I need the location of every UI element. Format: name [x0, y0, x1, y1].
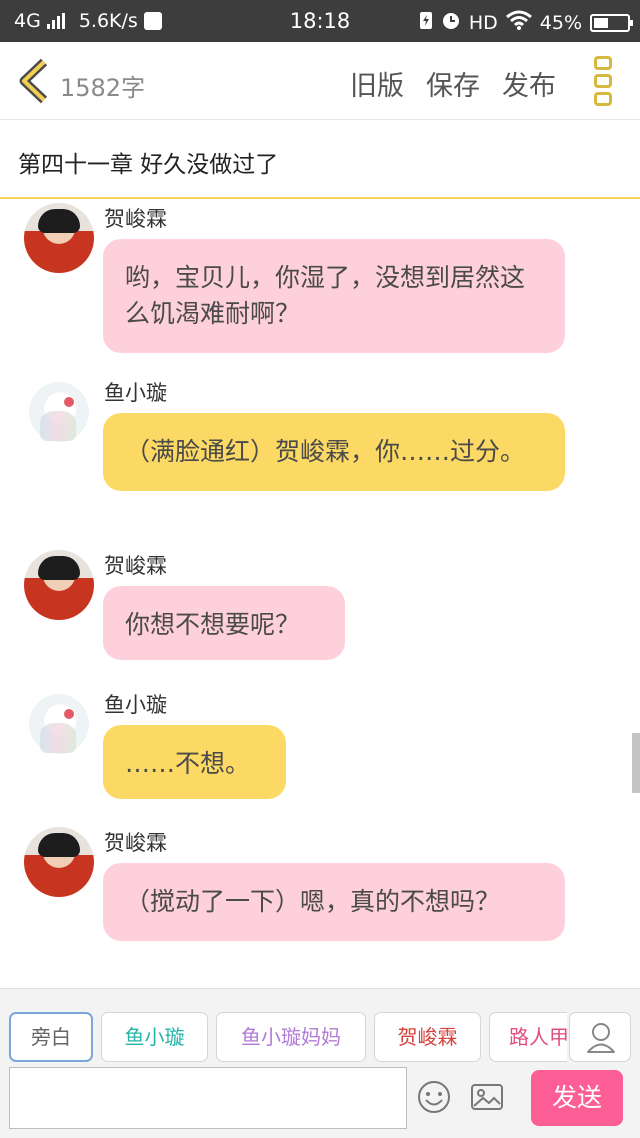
avatar[interactable] — [24, 827, 94, 897]
composer: 旁白 鱼小璇 鱼小璇妈妈 贺峻霖 路人甲 发送 — [0, 988, 640, 1138]
avatar[interactable] — [24, 377, 94, 447]
wifi-icon — [505, 10, 532, 35]
speaker-name: 贺峻霖 — [104, 554, 167, 578]
character-chip[interactable]: 贺峻霖 — [374, 1012, 481, 1062]
battery-percent: 45% — [539, 11, 582, 34]
avatar[interactable] — [24, 203, 94, 273]
character-selector: 旁白 鱼小璇 鱼小璇妈妈 贺峻霖 路人甲 — [0, 989, 640, 1062]
publish-button[interactable]: 发布 — [502, 64, 556, 103]
message-bubble[interactable]: （满脸通红）贺峻霖，你……过分。 — [103, 413, 565, 491]
chat-message[interactable]: 鱼小璇 ……不想。 — [0, 687, 640, 807]
emoji-icon[interactable] — [416, 1079, 452, 1115]
word-count: 1582字 — [60, 74, 146, 102]
message-bubble[interactable]: ……不想。 — [103, 725, 286, 799]
speaker-name: 鱼小璇 — [104, 693, 167, 717]
chat-list[interactable]: 贺峻霖 哟，宝贝儿，你湿了，没想到居然这么饥渴难耐啊？ 鱼小璇 （满脸通红）贺峻… — [0, 201, 640, 987]
battery-fill — [594, 17, 609, 28]
message-bubble[interactable]: （搅动了一下）嗯，真的不想吗？ — [103, 863, 565, 941]
user-icon[interactable] — [569, 1012, 631, 1062]
status-right: HD 45% — [419, 10, 633, 35]
speaker-name: 鱼小璇 — [104, 381, 167, 405]
message-bubble[interactable]: 你想不想要呢？ — [103, 586, 345, 660]
character-chip[interactable]: 鱼小璇 — [101, 1012, 208, 1062]
chapter-title-row[interactable]: 第四十一章 好久没做过了 — [0, 121, 640, 199]
message-input[interactable] — [9, 1067, 407, 1129]
image-icon[interactable] — [469, 1079, 505, 1115]
input-row: 发送 — [0, 1067, 640, 1131]
send-button[interactable]: 发送 — [531, 1070, 623, 1126]
chat-message[interactable]: 贺峻霖 （搅动了一下）嗯，真的不想吗？ — [0, 825, 640, 985]
alarm-icon — [441, 10, 461, 35]
chat-message[interactable]: 贺峻霖 你想不想要呢？ — [0, 548, 640, 668]
character-chip-label: 鱼小璇 — [124, 1025, 185, 1049]
character-chip[interactable]: 路人甲 — [489, 1012, 567, 1062]
speaker-name: 贺峻霖 — [104, 207, 167, 231]
hd-label: HD — [468, 11, 498, 34]
scrollbar-thumb[interactable] — [632, 733, 640, 793]
save-button[interactable]: 保存 — [426, 64, 480, 103]
character-chip-label: 旁白 — [31, 1025, 71, 1049]
chevron-left-icon — [19, 58, 48, 104]
chat-message[interactable]: 贺峻霖 哟，宝贝儿，你湿了，没想到居然这么饥渴难耐啊？ — [0, 201, 640, 361]
speaker-name: 贺峻霖 — [104, 831, 167, 855]
chat-message[interactable]: 鱼小璇 （满脸通红）贺峻霖，你……过分。 — [0, 375, 640, 535]
character-chip-label: 路人甲 — [509, 1025, 567, 1049]
character-chip-label: 贺峻霖 — [397, 1025, 458, 1049]
old-version-button[interactable]: 旧版 — [350, 64, 404, 103]
character-chip-label: 鱼小璇妈妈 — [241, 1025, 341, 1049]
back-button[interactable] — [16, 58, 52, 104]
editor-toolbar: 1582字 旧版 保存 发布 — [0, 42, 640, 120]
character-chip[interactable]: 旁白 — [9, 1012, 93, 1062]
status-bar: 4G 5.6K/s 18:18 HD 45% — [0, 0, 640, 42]
chapter-title[interactable]: 第四十一章 好久没做过了 — [18, 145, 278, 179]
more-vertical-icon[interactable] — [594, 56, 614, 106]
character-chip[interactable]: 鱼小璇妈妈 — [216, 1012, 366, 1062]
message-bubble[interactable]: 哟，宝贝儿，你湿了，没想到居然这么饥渴难耐啊？ — [103, 239, 565, 353]
avatar[interactable] — [24, 689, 94, 759]
avatar[interactable] — [24, 550, 94, 620]
battery-charging-icon — [419, 10, 433, 35]
battery-icon — [590, 13, 633, 32]
